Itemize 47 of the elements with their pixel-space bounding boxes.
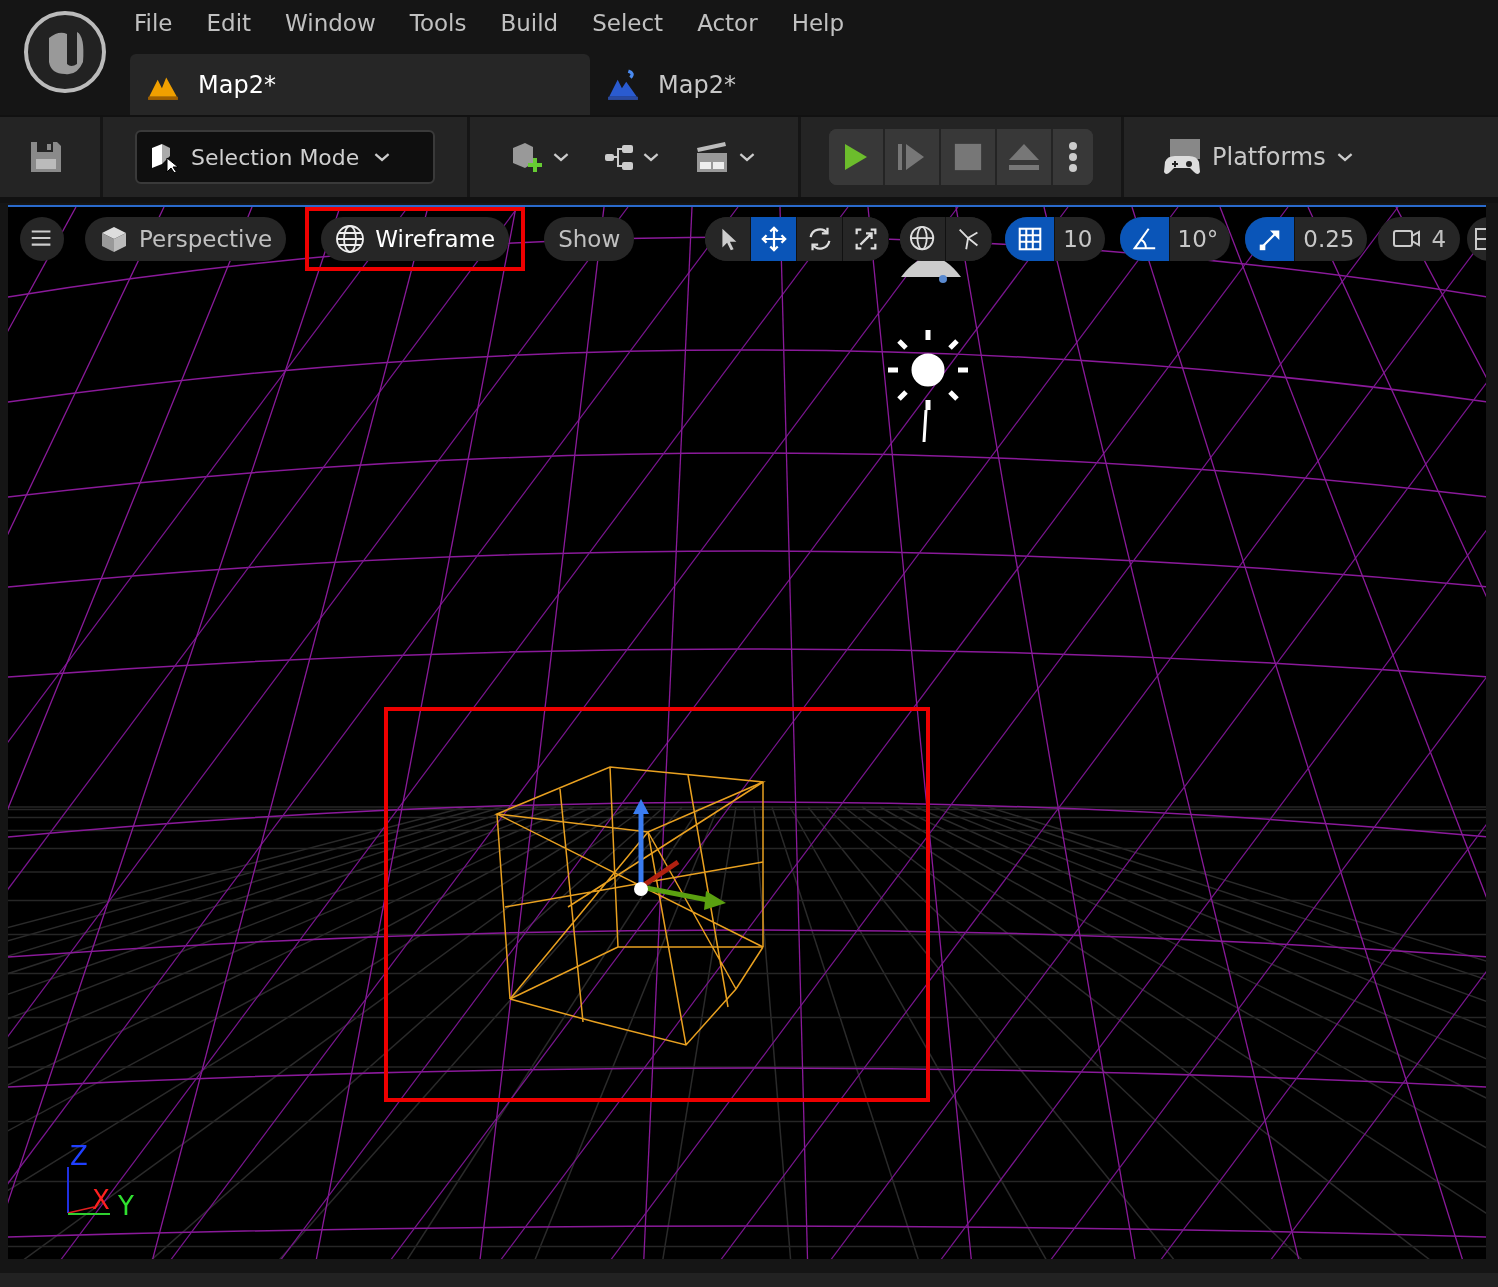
cursor-cube-icon bbox=[149, 142, 179, 172]
snap-toggle[interactable] bbox=[1119, 217, 1170, 261]
menu-item[interactable]: Tools bbox=[409, 10, 483, 44]
menu-item[interactable]: Select bbox=[592, 10, 680, 44]
sun-light-icon[interactable] bbox=[885, 327, 971, 443]
menu-item[interactable]: Help bbox=[791, 10, 861, 44]
menu-item[interactable]: Window bbox=[285, 10, 392, 44]
layout-icon bbox=[1474, 225, 1486, 253]
globe-icon bbox=[335, 224, 366, 254]
menu-item[interactable]: Actor bbox=[697, 10, 774, 44]
wireframe-cube-drawing[interactable] bbox=[496, 766, 766, 1046]
engine-logo-icon bbox=[23, 10, 107, 94]
editor-tab[interactable]: Map2* bbox=[590, 54, 760, 115]
node-graph-icon bbox=[604, 142, 634, 172]
camera-speed-button[interactable]: 4 bbox=[1377, 217, 1461, 261]
axis-label: Y bbox=[118, 1191, 134, 1221]
axis-label: Z bbox=[70, 1141, 88, 1171]
selection-mode-dropdown[interactable]: Selection Mode bbox=[135, 130, 435, 184]
platforms-dropdown[interactable]: Platforms bbox=[1156, 137, 1362, 177]
view-mode-button[interactable]: Wireframe bbox=[321, 217, 510, 261]
viewport-menu-button[interactable] bbox=[20, 217, 64, 261]
coordinate-system-button[interactable] bbox=[900, 217, 947, 261]
transform-tool-button[interactable] bbox=[705, 217, 752, 261]
snap-toggle[interactable] bbox=[1245, 217, 1296, 261]
move-arrows-icon bbox=[759, 225, 788, 253]
snap-toggle[interactable] bbox=[1005, 217, 1056, 261]
mountain-icon bbox=[606, 68, 640, 101]
cube-plus-icon bbox=[510, 140, 544, 174]
stop-icon bbox=[953, 142, 983, 172]
view-mode-button[interactable]: Perspective bbox=[85, 217, 287, 261]
cube-icon bbox=[99, 224, 129, 254]
menu-item[interactable]: File bbox=[134, 10, 189, 44]
axis-label: X bbox=[92, 1185, 110, 1215]
play-button[interactable] bbox=[829, 129, 885, 185]
menu-item[interactable]: Edit bbox=[206, 10, 268, 44]
vertical-dots-icon bbox=[1068, 141, 1078, 173]
tab-label: Map2* bbox=[658, 70, 736, 99]
transform-gizmo-drawing[interactable] bbox=[633, 799, 726, 910]
tab-label: Map2* bbox=[198, 70, 276, 99]
globe-icon bbox=[908, 225, 937, 253]
menu-item[interactable]: Build bbox=[500, 10, 575, 44]
level-viewport[interactable]: Perspective Wireframe Show 10 10° 0.25 4 Z X Y bbox=[8, 205, 1486, 1259]
editor-tab[interactable]: Map2* bbox=[130, 54, 590, 115]
transform-tool-button[interactable] bbox=[751, 217, 798, 261]
view-mode-button[interactable]: Show bbox=[544, 217, 635, 261]
clapperboard-icon bbox=[694, 140, 730, 174]
eject-icon bbox=[1008, 142, 1040, 172]
